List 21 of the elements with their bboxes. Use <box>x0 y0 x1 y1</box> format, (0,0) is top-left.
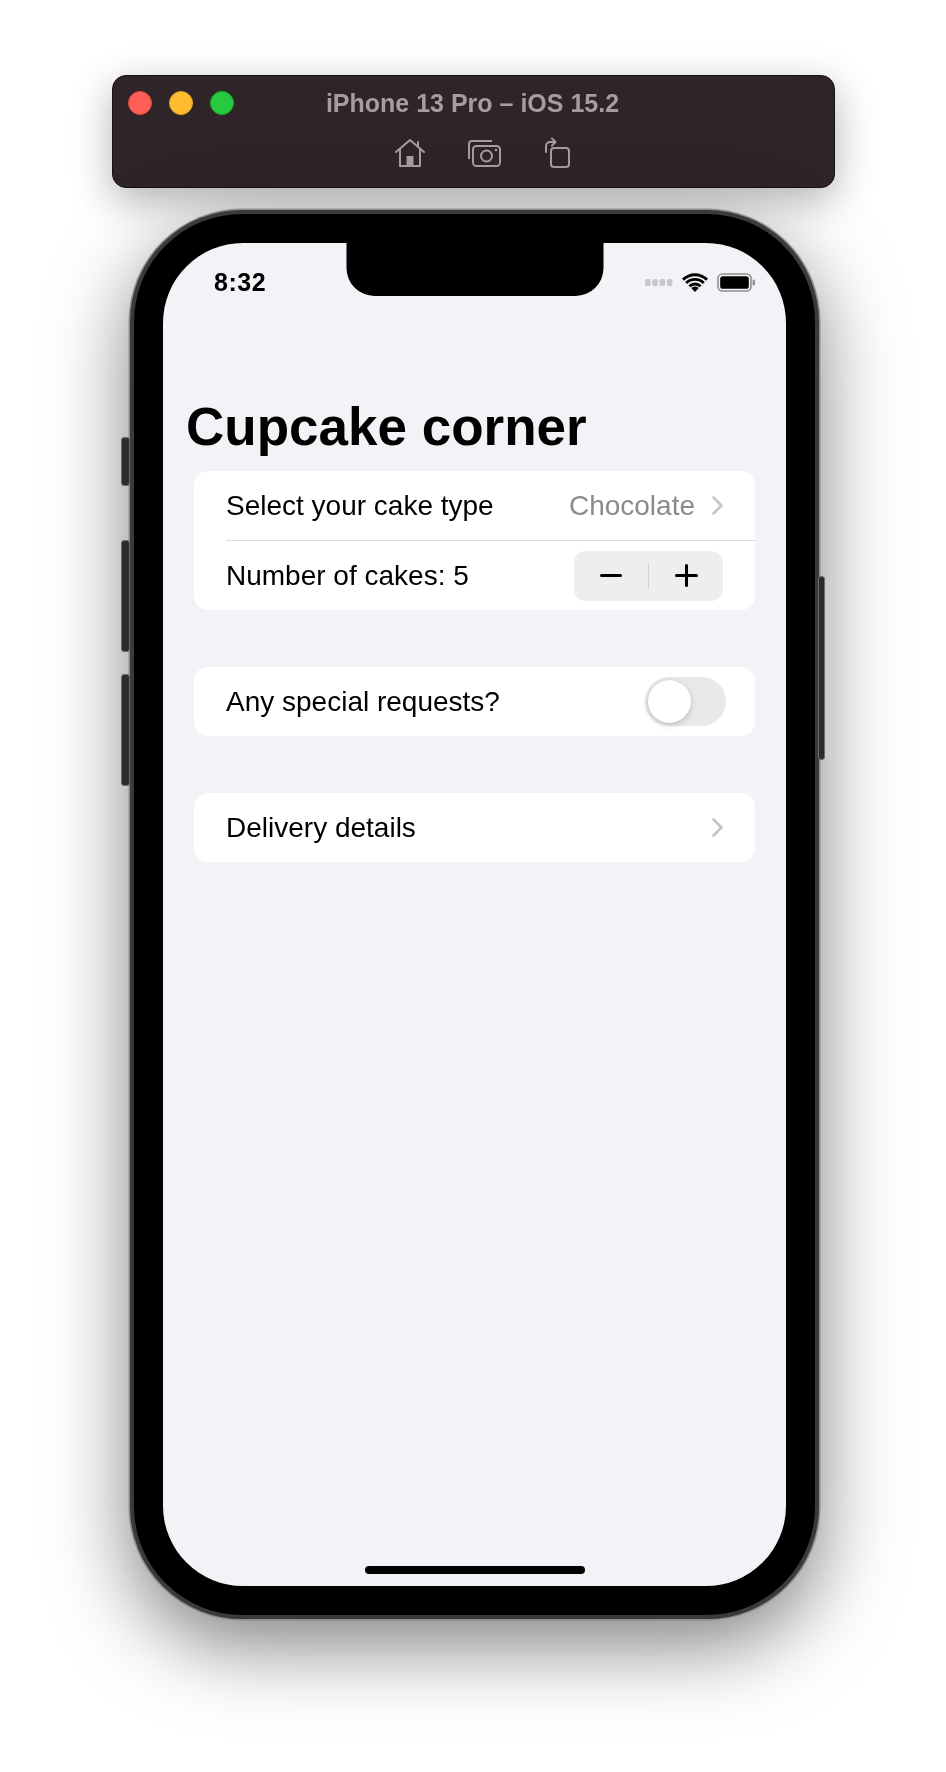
camera-icon[interactable] <box>466 138 502 168</box>
row-label: Number of cakes: 5 <box>226 558 470 593</box>
close-button[interactable] <box>127 91 152 115</box>
page-title: Cupcake corner <box>185 400 587 454</box>
row-label[interactable]: Delivery details <box>226 810 712 845</box>
home-icon[interactable] <box>394 138 426 168</box>
toggle-switch[interactable] <box>645 677 726 726</box>
wifi-icon <box>682 272 708 292</box>
zoom-button[interactable] <box>209 91 234 115</box>
window-title: iPhone 13 Pro – iOS 15.2 <box>325 88 620 118</box>
status-time: 8:32 <box>214 267 267 297</box>
minimize-button[interactable] <box>168 91 193 115</box>
minus-icon <box>600 574 622 577</box>
rotate-icon[interactable] <box>542 137 572 169</box>
battery-icon <box>717 272 755 292</box>
signal-icon <box>645 278 673 286</box>
row-label: Select your cake type <box>226 488 495 523</box>
plus-icon <box>674 564 698 587</box>
chevron-icon <box>712 818 723 837</box>
row-label: Any special requests? <box>226 684 501 719</box>
chevron-icon <box>712 496 723 515</box>
